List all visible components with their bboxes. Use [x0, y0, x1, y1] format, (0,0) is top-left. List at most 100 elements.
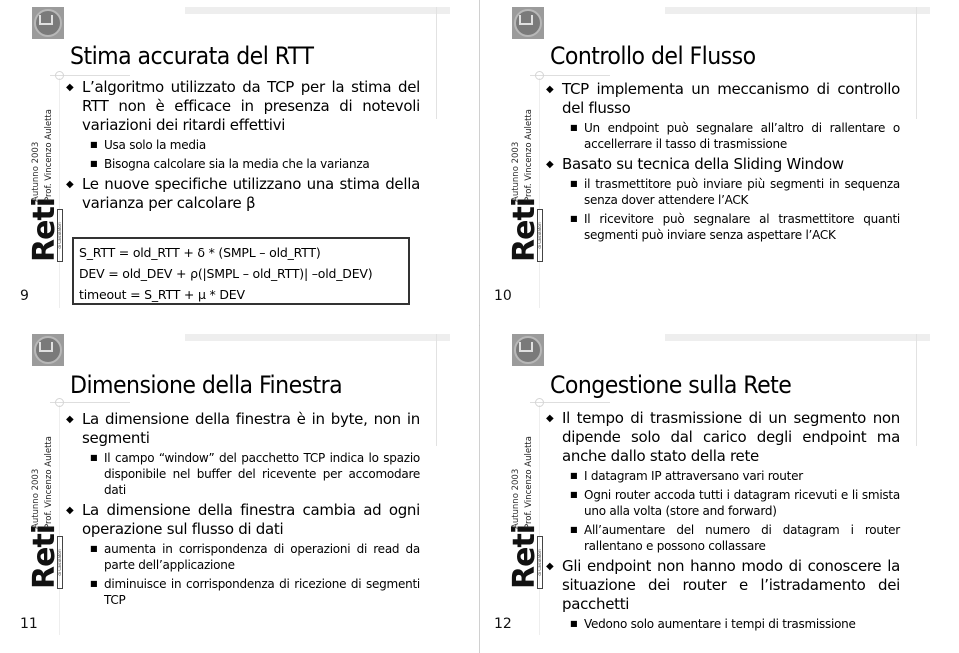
- course-author: Prof. Vincenzo Auletta: [44, 109, 54, 202]
- square-bullet-icon: ■: [570, 490, 578, 499]
- course-term: Autunno 2003: [511, 141, 521, 202]
- course-logo-subtitle: di Calcolatori: [537, 536, 543, 589]
- sub-bullet-item: ■ All’aumentare del numero di datagram i …: [544, 522, 900, 554]
- square-bullet-icon: ■: [570, 123, 578, 132]
- bullet-text: Ogni router accoda tutti i datagram rice…: [584, 488, 900, 518]
- sub-bullet-item: ■ diminuisce in corrispondenza di ricezio…: [64, 576, 420, 608]
- header-bar-decoration: [185, 7, 450, 14]
- course-author: Prof. Vincenzo Auletta: [524, 436, 534, 529]
- square-bullet-icon: ■: [90, 453, 98, 462]
- slide-body: ◆ L’algoritmo utilizzato da TCP per la st…: [64, 78, 420, 215]
- slide-10: Reti di Calcolatori Autunno 2003 Prof. V…: [480, 0, 959, 326]
- slide-title: Congestione sulla Rete: [550, 371, 792, 399]
- university-seal-logo: [32, 7, 64, 39]
- left-rule-decoration: [539, 78, 540, 308]
- sub-bullet-item: ■ aumenta in corrispondenza di operazioni…: [64, 541, 420, 573]
- left-rule-decoration: [59, 78, 60, 308]
- course-logo-subtitle: di Calcolatori: [537, 209, 543, 262]
- bullet-item: ◆ L’algoritmo utilizzato da TCP per la st…: [64, 78, 420, 135]
- crosshair-decoration: [55, 71, 64, 80]
- sub-bullet-item: ■ Il ricevitore può segnalare al trasmett…: [544, 211, 900, 243]
- course-author: Prof. Vincenzo Auletta: [524, 109, 534, 202]
- university-seal-logo: [512, 7, 544, 39]
- bullet-text: Bisogna calcolare sia la media che la va…: [104, 157, 370, 171]
- header-bar-decoration: [185, 334, 450, 341]
- bullet-text: I datagram IP attraversano vari router: [584, 469, 803, 483]
- square-bullet-icon: ■: [570, 619, 578, 628]
- formula-box: S_RTT = old_RTT + δ * (SMPL – old_RTT) DE…: [72, 237, 410, 305]
- slide-body: ◆ TCP implementa un meccanismo di control…: [544, 80, 900, 246]
- university-seal-logo: [512, 334, 544, 366]
- sub-bullet-item: ■ Bisogna calcolare sia la media che la v…: [64, 156, 420, 172]
- bullet-text: TCP implementa un meccanismo di controll…: [562, 80, 900, 117]
- bullet-text: diminuisce in corrispondenza di ricezion…: [104, 577, 420, 607]
- sub-bullet-item: ■ Il campo “window” del pacchetto TCP ind…: [64, 450, 420, 498]
- bullet-text: aumenta in corrispondenza di operazioni …: [104, 542, 420, 572]
- right-rule-decoration: [436, 334, 437, 446]
- square-bullet-icon: ■: [570, 471, 578, 480]
- header-bar-decoration: [665, 334, 930, 341]
- sub-bullet-item: ■ Un endpoint può segnalare all’altro di …: [544, 120, 900, 152]
- bullet-text: Gli endpoint non hanno modo di conoscere…: [562, 557, 900, 613]
- crosshair-decoration: [535, 71, 544, 80]
- diamond-bullet-icon: ◆: [546, 84, 554, 95]
- bullet-text: L’algoritmo utilizzato da TCP per la sti…: [82, 78, 420, 134]
- bullet-item: ◆ Basato su tecnica della Sliding Window: [544, 155, 900, 174]
- square-bullet-icon: ■: [570, 214, 578, 223]
- bullet-text: Il ricevitore può segnalare al trasmetti…: [584, 212, 900, 242]
- diamond-bullet-icon: ◆: [66, 82, 74, 93]
- slide-number: 9: [20, 288, 29, 304]
- bullet-item: ◆ TCP implementa un meccanismo di control…: [544, 80, 900, 118]
- bullet-item: ◆ La dimensione della finestra è in byte,…: [64, 410, 420, 448]
- crosshair-decoration: [535, 398, 544, 407]
- slide-title: Dimensione della Finestra: [70, 371, 343, 399]
- course-logo-subtitle: di Calcolatori: [57, 209, 63, 262]
- bullet-text: Basato su tecnica della Sliding Window: [562, 155, 844, 173]
- course-logo-subtitle: di Calcolatori: [57, 536, 63, 589]
- bullet-item: ◆ La dimensione della finestra cambia ad …: [64, 501, 420, 539]
- sub-bullet-item: ■ il trasmettitore può inviare più segmen…: [544, 176, 900, 208]
- bullet-text: Usa solo la media: [104, 138, 206, 152]
- bullet-item: ◆ Le nuove specifiche utilizzano una stim…: [64, 175, 420, 213]
- course-author: Prof. Vincenzo Auletta: [44, 436, 54, 529]
- slide-body: ◆ La dimensione della finestra è in byte,…: [64, 410, 420, 611]
- right-rule-decoration: [916, 7, 917, 119]
- square-bullet-icon: ■: [90, 140, 98, 149]
- left-rule-decoration: [59, 405, 60, 635]
- slide-number: 11: [20, 616, 38, 632]
- sub-bullet-item: ■ Usa solo la media: [64, 137, 420, 153]
- course-term: Autunno 2003: [511, 468, 521, 529]
- bullet-text: Il campo “window” del pacchetto TCP indi…: [104, 451, 420, 497]
- formula-line: timeout = S_RTT + μ * DEV: [79, 287, 245, 302]
- bullet-item: ◆ Gli endpoint non hanno modo di conoscer…: [544, 557, 900, 614]
- diamond-bullet-icon: ◆: [546, 159, 554, 170]
- bullet-text: Vedono solo aumentare i tempi di trasmis…: [584, 617, 856, 631]
- square-bullet-icon: ■: [570, 525, 578, 534]
- diamond-bullet-icon: ◆: [546, 561, 554, 572]
- square-bullet-icon: ■: [90, 579, 98, 588]
- square-bullet-icon: ■: [570, 179, 578, 188]
- slide-9: Reti di Calcolatori Autunno 2003 Prof. V…: [0, 0, 479, 326]
- crosshair-decoration: [55, 398, 64, 407]
- bullet-item: ◆ Il tempo di trasmissione di un segmento…: [544, 409, 900, 466]
- slide-title: Controllo del Flusso: [550, 42, 756, 70]
- course-term: Autunno 2003: [31, 468, 41, 529]
- bullet-text: Le nuove specifiche utilizzano una stima…: [82, 175, 420, 212]
- diamond-bullet-icon: ◆: [66, 505, 74, 516]
- right-rule-decoration: [916, 334, 917, 446]
- left-rule-decoration: [539, 405, 540, 635]
- square-bullet-icon: ■: [90, 544, 98, 553]
- bullet-text: Un endpoint può segnalare all’altro di r…: [584, 121, 900, 151]
- bullet-text: La dimensione della finestra cambia ad o…: [82, 501, 420, 538]
- slide-title: Stima accurata del RTT: [70, 42, 314, 70]
- course-term: Autunno 2003: [31, 141, 41, 202]
- slide-number: 12: [494, 616, 512, 632]
- right-rule-decoration: [436, 7, 437, 119]
- diamond-bullet-icon: ◆: [66, 414, 74, 425]
- diamond-bullet-icon: ◆: [546, 413, 554, 424]
- bullet-text: All’aumentare del numero di datagram i r…: [584, 523, 900, 553]
- university-seal-logo: [32, 334, 64, 366]
- header-bar-decoration: [665, 7, 930, 14]
- bullet-text: Il tempo di trasmissione di un segmento …: [562, 409, 900, 465]
- formula-line: S_RTT = old_RTT + δ * (SMPL – old_RTT): [79, 245, 321, 260]
